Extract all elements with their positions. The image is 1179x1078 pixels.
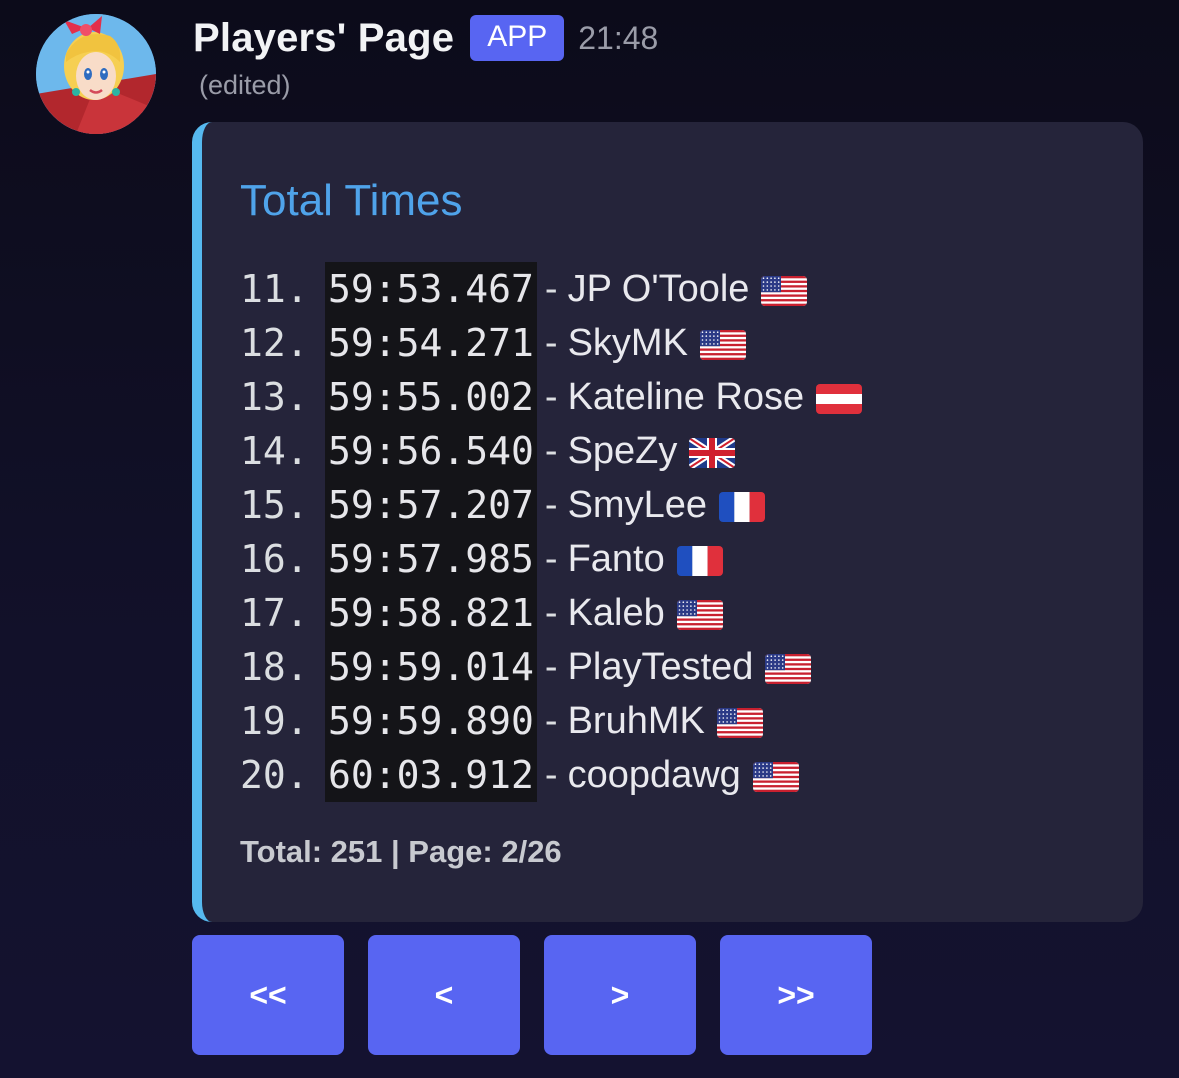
rank-number: 19. [240,699,309,743]
leaderboard-row: 13. 59:55.002- Kateline Rose [240,370,863,424]
player-name: SkyMK [567,321,688,364]
embed-card: Total Times 11. 59:53.467- JP O'Toole 12. 59… [192,122,1143,922]
total-time: 59:54.271 [325,316,537,370]
us-flag-icon [716,708,763,738]
character-avatar-icon [36,14,156,134]
us-flag-icon [699,330,746,360]
france-flag-icon [718,492,765,522]
previous-page-button[interactable]: < [368,935,520,1055]
player-name: SmyLee [567,483,707,526]
player-name: SpeZy [567,429,678,472]
leaderboard-row: 16. 59:57.985- Fanto [240,532,862,586]
player-name: coopdawg [567,753,741,796]
leaderboard-row: 20. 60:03.912- coopdawg [240,748,862,802]
total-time: 59:56.540 [325,424,537,478]
rank-number: 15. [240,483,309,527]
separator: - [544,483,558,526]
timestamp[interactable]: 21:48 [578,20,658,57]
us-flag-icon [761,276,808,306]
rank-number: 13. [240,375,309,419]
rank-number: 12. [240,321,309,365]
player-name: Kaleb [567,591,665,634]
rank-number: 16. [240,537,309,581]
total-time: 59:58.821 [325,586,537,640]
player-name: PlayTested [567,645,754,688]
rank-number: 11. [240,267,309,311]
leaderboard-row: 12. 59:54.271- SkyMK [240,316,862,370]
total-time: 59:59.890 [325,694,537,748]
rank-number: 18. [240,645,309,689]
avatar[interactable] [36,14,156,134]
leaderboard-row: 15. 59:57.207- SmyLee [240,478,862,532]
total-time: 59:55.002 [325,370,537,424]
leaderboard-row: 14. 59:56.540- SpeZy [240,424,862,478]
app-badge: APP [470,15,565,61]
separator: - [544,591,558,634]
embed-footer: Total: 251 | Page: 2/26 [240,834,562,869]
message-header: Players' Page APP 21:48 [193,10,658,66]
us-flag-icon [765,654,812,684]
leaderboard-row: 18. 59:59.014- PlayTested [240,640,862,694]
player-name: BruhMK [567,699,705,742]
last-page-button[interactable]: >> [720,935,872,1055]
uk-flag-icon [689,438,736,468]
separator: - [544,699,558,742]
france-flag-icon [676,546,723,576]
rank-number: 14. [240,429,309,473]
separator: - [544,267,558,310]
rank-number: 20. [240,753,309,797]
austria-flag-icon [816,384,863,414]
player-name: JP O'Toole [567,267,750,310]
us-flag-icon [752,762,799,792]
pagination-buttons: << < > >> [192,935,872,1055]
first-page-button[interactable]: << [192,935,344,1055]
edited-label: (edited) [199,70,291,100]
leaderboard-row: 19. 59:59.890- BruhMK [240,694,862,748]
us-flag-icon [676,600,723,630]
separator: - [544,429,558,472]
embed-title: Total Times [240,176,463,225]
separator: - [544,645,558,688]
total-time: 60:03.912 [325,748,537,802]
rank-number: 17. [240,591,309,635]
next-page-button[interactable]: > [544,935,696,1055]
player-name: Fanto [567,537,665,580]
leaderboard-list: 11. 59:53.467- JP O'Toole 12. 59:54.271- SkyM… [240,262,863,802]
total-time: 59:53.467 [325,262,537,316]
separator: - [544,537,558,580]
leaderboard-row: 11. 59:53.467- JP O'Toole [240,262,862,316]
total-time: 59:57.985 [325,532,537,586]
total-time: 59:57.207 [325,478,537,532]
separator: - [544,753,558,796]
separator: - [544,375,558,418]
username[interactable]: Players' Page [193,16,454,61]
leaderboard-row: 17. 59:58.821- Kaleb [240,586,862,640]
total-time: 59:59.014 [325,640,537,694]
player-name: Kateline Rose [567,375,805,418]
separator: - [544,321,558,364]
